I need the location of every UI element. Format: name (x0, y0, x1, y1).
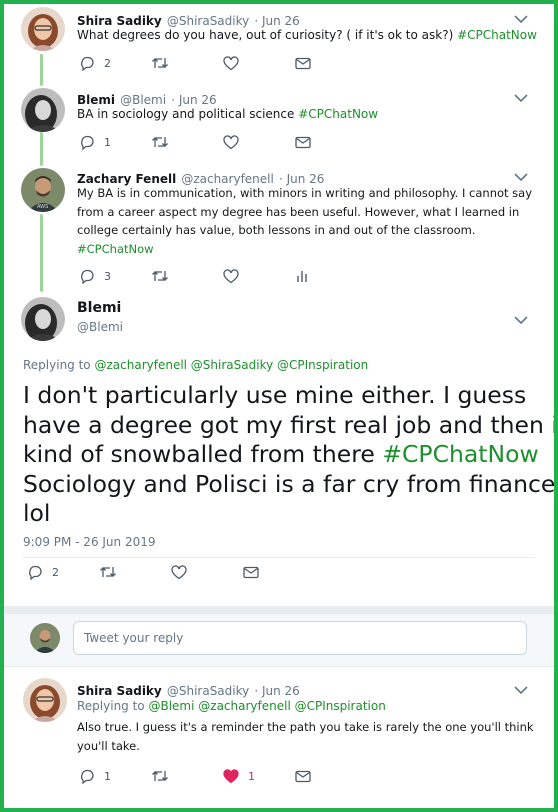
direct-message-button[interactable] (243, 566, 283, 579)
reply-icon (81, 269, 94, 284)
envelope-icon (295, 136, 311, 148)
svg-text:AWS: AWS (37, 204, 48, 210)
reply-icon (81, 56, 94, 71)
focused-author-name[interactable]: Blemi (77, 300, 121, 316)
own-avatar (30, 623, 60, 653)
reply-input[interactable]: Tweet your reply (73, 621, 527, 655)
reply-button[interactable]: 1 (79, 134, 151, 150)
reply-icon (29, 565, 42, 580)
like-button[interactable] (223, 55, 295, 71)
tweet-text: My BA is in communication, with minors i… (77, 184, 532, 258)
envelope-icon (243, 566, 259, 578)
like-button[interactable] (171, 564, 243, 580)
reply-count: 1 (104, 135, 111, 149)
section-separator (4, 666, 554, 667)
reply-button[interactable]: 1 (79, 768, 151, 784)
divider (23, 557, 535, 558)
focused-tweet-text: I don't particularly use mine either. I … (23, 381, 558, 527)
tweet-timestamp[interactable]: 9:09 PM - 26 Jun 2019 (23, 535, 156, 549)
thread-line (40, 132, 43, 166)
reply-button[interactable]: 2 (79, 55, 151, 71)
hashtag-link[interactable]: #CPChatNow (298, 107, 378, 121)
tweet-date[interactable]: · Jun 26 (254, 684, 299, 698)
reply-count: 3 (104, 269, 111, 283)
avatar-shira[interactable] (23, 678, 67, 722)
envelope-icon (295, 770, 311, 782)
tweet-text: BA in sociology and political science #C… (77, 107, 379, 121)
thread-line (40, 54, 43, 86)
direct-message-button[interactable] (295, 770, 335, 783)
chevron-down-icon[interactable] (513, 315, 529, 325)
retweet-icon (152, 771, 168, 781)
heart-icon (223, 55, 239, 70)
replying-to: Replying to @zacharyfenell @ShiraSadiky … (23, 358, 369, 372)
hashtag-link[interactable]: #CPChatNow (457, 28, 537, 42)
tweet-thread-frame: Shira Sadiky @ShiraSadiky · Jun 26 What … (0, 0, 558, 812)
reply-button[interactable]: 2 (27, 564, 99, 580)
envelope-icon (295, 57, 311, 69)
retweet-button[interactable] (151, 269, 223, 283)
like-count: 1 (248, 769, 255, 783)
retweet-icon (152, 58, 168, 68)
chevron-down-icon[interactable] (513, 685, 529, 695)
mention-links[interactable]: @Blemi @zacharyfenell @CPInspiration (148, 699, 385, 713)
avatar-shira[interactable] (21, 7, 65, 51)
retweet-icon (152, 137, 168, 147)
tweet-actions: 2 (27, 564, 283, 580)
like-button[interactable] (223, 134, 295, 150)
reply-count: 2 (104, 56, 111, 70)
retweet-button[interactable] (151, 769, 223, 783)
like-button[interactable]: 1 (223, 768, 295, 784)
avatar-blemi[interactable] (21, 88, 65, 132)
direct-message-button[interactable] (295, 136, 335, 149)
retweet-button[interactable] (99, 565, 171, 579)
chevron-down-icon[interactable] (513, 172, 529, 182)
hashtag-link[interactable]: #CPChatNow (77, 240, 532, 259)
analytics-button[interactable] (295, 269, 335, 283)
heart-icon (223, 268, 239, 283)
section-separator (4, 606, 554, 614)
author-handle[interactable]: @ShiraSadiky (167, 684, 249, 698)
like-button[interactable] (223, 268, 295, 284)
tweet-header: Shira Sadiky @ShiraSadiky · Jun 26 (77, 680, 300, 699)
retweet-button[interactable] (151, 135, 223, 149)
tweet-text: Also true. I guess it's a reminder the p… (77, 720, 534, 753)
tweet-text: What degrees do you have, out of curiosi… (77, 28, 537, 42)
retweet-icon (152, 271, 168, 281)
author-name[interactable]: Shira Sadiky (77, 684, 162, 698)
avatar-blemi[interactable] (21, 297, 65, 341)
reply-count: 2 (52, 565, 59, 579)
heart-icon (223, 134, 239, 149)
focused-author-handle[interactable]: @Blemi (77, 320, 123, 334)
chevron-down-icon[interactable] (513, 14, 529, 24)
thread-line (40, 214, 43, 292)
tweet-actions: 3 (79, 268, 335, 284)
chevron-down-icon[interactable] (513, 93, 529, 103)
reply-button[interactable]: 3 (79, 268, 151, 284)
retweet-button[interactable] (151, 56, 223, 70)
tweet-actions: 2 (79, 55, 335, 71)
reply-count: 1 (104, 769, 111, 783)
avatar-zachary[interactable]: AWS (21, 168, 65, 212)
analytics-icon (297, 271, 307, 282)
mention-links[interactable]: @zacharyfenell @ShiraSadiky @CPInspirati… (94, 358, 368, 372)
heart-icon (171, 564, 187, 579)
tweet-actions: 1 (79, 134, 335, 150)
tweet-actions: 1 1 (79, 768, 335, 784)
replying-to: Replying to @Blemi @zacharyfenell @CPIns… (77, 699, 386, 713)
hashtag-link[interactable]: #CPChatNow (382, 440, 538, 468)
reply-icon (81, 769, 94, 784)
reply-icon (81, 135, 94, 150)
retweet-icon (100, 567, 116, 577)
heart-filled-icon (223, 768, 239, 783)
direct-message-button[interactable] (295, 57, 335, 70)
